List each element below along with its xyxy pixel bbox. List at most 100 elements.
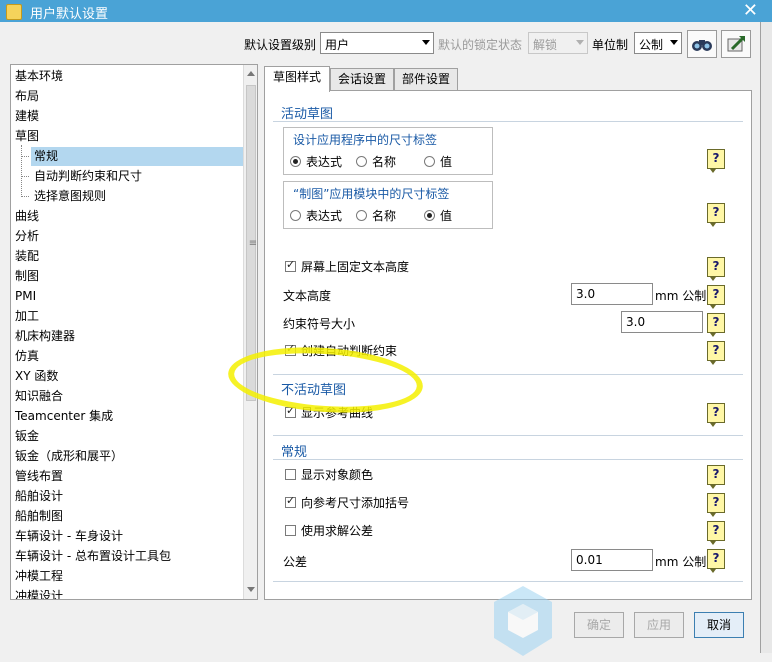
tree-item[interactable]: 布局 <box>15 87 39 106</box>
tree-scrollbar[interactable]: ≡ <box>243 65 258 599</box>
tree-item[interactable]: Teamcenter 集成 <box>15 407 113 426</box>
radio-value[interactable] <box>424 210 435 221</box>
tree-item[interactable]: 车辆设计 - 车身设计 <box>15 527 123 546</box>
help-icon[interactable]: ? <box>707 465 725 489</box>
solver-tolerance-checkbox[interactable] <box>285 525 296 536</box>
tab-part-settings[interactable]: 部件设置 <box>394 68 458 90</box>
tree-item[interactable]: 机床构建器 <box>15 327 75 346</box>
solver-tolerance-label: 使用求解公差 <box>301 524 374 538</box>
add-parens-label: 向参考尺寸添加括号 <box>301 496 410 510</box>
tree-item[interactable]: XY 函数 <box>15 367 58 386</box>
tab-session-settings[interactable]: 会话设置 <box>330 68 394 90</box>
show-object-color-checkbox[interactable] <box>285 469 296 480</box>
show-ref-curves-checkbox[interactable] <box>285 404 296 418</box>
drafting-dim-label-group: “制图”应用模块中的尺寸标签 表达式 名称 值 <box>283 181 493 229</box>
ok-button[interactable]: 确定 <box>574 612 624 638</box>
tree-item[interactable]: 自动判断约束和尺寸 <box>34 167 142 186</box>
radio-expression[interactable] <box>290 156 301 167</box>
section-active-sketch: 活动草图 <box>281 107 334 122</box>
chevron-down-icon <box>422 40 430 45</box>
level-select[interactable]: 用户 <box>320 32 434 54</box>
add-parens-checkbox[interactable] <box>285 494 296 508</box>
radio-name[interactable] <box>356 210 367 221</box>
apply-button[interactable]: 应用 <box>634 612 684 638</box>
tree-item[interactable]: 管线布置 <box>15 467 63 486</box>
radio-label: 表达式 <box>306 155 343 169</box>
unit-select-value: 公制 <box>639 38 664 52</box>
help-icon[interactable]: ? <box>707 257 725 281</box>
tree-item[interactable]: PMI <box>15 287 36 306</box>
unit-select[interactable]: 公制 <box>634 32 682 54</box>
tree-item[interactable]: 制图 <box>15 267 39 286</box>
design-dim-label-group: 设计应用程序中的尺寸标签 表达式 名称 值 <box>283 127 493 175</box>
cancel-button[interactable]: 取消 <box>694 612 744 638</box>
tree-item[interactable]: 草图 <box>15 127 39 146</box>
radio-label: 表达式 <box>306 209 343 223</box>
scroll-up-icon[interactable] <box>247 71 255 76</box>
help-icon[interactable]: ? <box>707 341 725 365</box>
find-button[interactable] <box>687 30 717 58</box>
tree-item[interactable]: 加工 <box>15 307 39 326</box>
tree-item[interactable]: 钣金（成形和展平） <box>15 447 123 466</box>
radio-label: 名称 <box>372 155 397 169</box>
tree-item[interactable]: 船舶制图 <box>15 507 63 526</box>
tree-item[interactable]: 曲线 <box>15 207 39 226</box>
text-height-input[interactable]: 3.0 <box>571 283 653 305</box>
tree-item[interactable]: 船舶设计 <box>15 487 63 506</box>
tolerance-label: 公差 <box>283 555 308 569</box>
tree-item[interactable]: 钣金 <box>15 427 39 446</box>
tree-item[interactable]: 知识融合 <box>15 387 63 406</box>
lock-label: 默认的锁定状态 <box>438 38 523 52</box>
radio-expression[interactable] <box>290 210 301 221</box>
lock-select-value: 解锁 <box>533 38 558 52</box>
tree-item[interactable]: 装配 <box>15 247 39 266</box>
help-icon[interactable]: ? <box>707 521 725 545</box>
radio-value[interactable] <box>424 156 435 167</box>
tolerance-input[interactable]: 0.01 <box>571 549 653 571</box>
level-select-value: 用户 <box>325 38 350 52</box>
export-button[interactable] <box>721 30 751 58</box>
level-label: 默认设置级别 <box>244 38 317 52</box>
tree-item[interactable]: 分析 <box>15 227 39 246</box>
tree-guide <box>21 156 29 157</box>
tree-item[interactable]: 建模 <box>15 107 39 126</box>
tree-item[interactable]: 选择意图规则 <box>34 187 106 206</box>
radio-label: 值 <box>440 155 453 169</box>
section-divider <box>273 435 743 436</box>
tree-item[interactable]: 冲模工程 <box>15 567 63 586</box>
settings-panel: 活动草图 设计应用程序中的尺寸标签 表达式 名称 值 ? “制图”应用模块中的尺… <box>264 90 752 600</box>
help-icon[interactable]: ? <box>707 149 725 173</box>
watermark-logo <box>494 586 552 656</box>
constraint-size-input[interactable]: 3.0 <box>621 311 703 333</box>
lock-select: 解锁 <box>528 32 588 54</box>
radio-label: 名称 <box>372 209 397 223</box>
help-icon[interactable]: ? <box>707 285 725 309</box>
radio-label: 值 <box>440 209 453 223</box>
help-icon[interactable]: ? <box>707 203 725 227</box>
tab-sketch-style[interactable]: 草图样式 <box>264 66 330 92</box>
tree-item[interactable]: 车辆设计 - 总布置设计工具包 <box>15 547 171 566</box>
chevron-down-icon <box>670 40 678 45</box>
binoculars-icon <box>692 40 712 51</box>
toolbar: 默认设置级别 用户 默认的锁定状态 解锁 单位制 公制 <box>0 30 760 60</box>
scroll-down-icon[interactable] <box>247 587 255 592</box>
tree-item[interactable]: 仿真 <box>15 347 39 366</box>
tree-guide <box>21 196 29 197</box>
close-icon[interactable]: ✕ <box>743 0 758 22</box>
dialog: 默认设置级别 用户 默认的锁定状态 解锁 单位制 公制 基本环境 布局 建模 草… <box>0 22 761 656</box>
tree-item[interactable]: 冲模设计 <box>15 587 63 599</box>
tree-item[interactable]: 基本环境 <box>15 67 63 86</box>
grip-icon: ≡ <box>248 238 258 249</box>
help-icon[interactable]: ? <box>707 403 725 427</box>
text-height-label: 文本高度 <box>283 289 332 303</box>
tree-item-selected[interactable]: 常规 <box>31 147 244 166</box>
help-icon[interactable]: ? <box>707 549 725 573</box>
unit-label: 单位制 <box>592 38 629 52</box>
help-icon[interactable]: ? <box>707 313 725 337</box>
group-title: “制图”应用模块中的尺寸标签 <box>293 187 450 201</box>
fix-text-height-checkbox[interactable] <box>285 258 296 272</box>
help-icon[interactable]: ? <box>707 493 725 517</box>
category-tree[interactable]: 基本环境 布局 建模 草图 常规 自动判断约束和尺寸 选择意图规则 曲线 分析 … <box>10 64 258 600</box>
tree-guide <box>21 176 29 177</box>
radio-name[interactable] <box>356 156 367 167</box>
